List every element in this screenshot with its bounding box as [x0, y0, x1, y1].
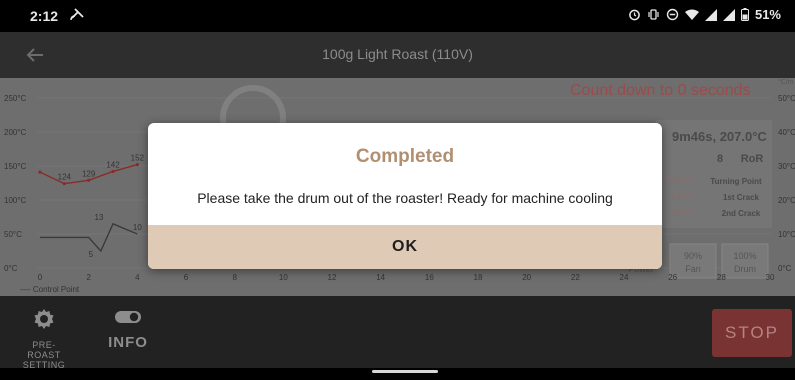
left-axis: 250°C 200°C 150°C 100°C 50°C 0°C [4, 94, 27, 273]
x-tick-label: 16 [425, 273, 434, 282]
status-time: 2:12 [30, 8, 59, 24]
x-tick-label: 18 [474, 273, 483, 282]
fan-value: 90% [684, 251, 702, 261]
info-button[interactable]: INFO [104, 310, 152, 351]
home-gesture-pill[interactable] [372, 370, 438, 373]
navigation-bar [0, 368, 795, 380]
point-label: 142 [106, 160, 120, 169]
temp-point [38, 170, 42, 174]
right-tick-label: 0°C [778, 264, 792, 273]
dialog-message: Please take the drum out of the roaster!… [197, 190, 613, 206]
ror-header-label: RoR [741, 153, 764, 165]
x-tick-label: 4 [135, 273, 140, 282]
left-tick-label: 150°C [4, 162, 27, 171]
x-tick-label: 10 [279, 273, 288, 282]
left-tick-label: 50°C [4, 230, 22, 239]
page-title: 100g Light Roast (110V) [322, 46, 473, 62]
ror-curve [40, 222, 138, 253]
drum-value: 100% [733, 251, 756, 261]
x-tick-label: 0 [38, 273, 43, 282]
right-axis-unit: °C/m [778, 78, 794, 86]
second-crack-label: 2nd Crack [722, 209, 761, 218]
left-tick-label: 0°C [4, 264, 18, 273]
point-label: 124 [58, 173, 72, 182]
x-tick-label: 30 [766, 273, 775, 282]
fan-label: Fan [685, 264, 701, 274]
signal-icon [704, 8, 717, 21]
toolbar: 100g Light Roast (110V) [0, 32, 795, 78]
pre-roast-label: PRE-ROAST SETTING [22, 340, 66, 370]
right-tick-label: 50°C [778, 94, 795, 103]
status-icons: 51% [628, 7, 781, 22]
battery-percent: 51% [754, 7, 781, 22]
turning-point-label: Turning Point [710, 177, 762, 186]
ror-header-value: 8 [717, 153, 723, 165]
signal-icon-2 [722, 8, 735, 21]
temp-point [135, 163, 139, 167]
right-tick-label: 20°C [778, 196, 795, 205]
x-tick-label: 28 [717, 273, 726, 282]
right-axis: 50°C 40°C 30°C 20°C 10°C 0°C [778, 94, 795, 273]
x-tick-label: 22 [571, 273, 580, 282]
ok-button[interactable]: OK [148, 225, 662, 269]
x-tick-label: 26 [668, 273, 677, 282]
elapsed-readout: 9m46s, 207.0°C [672, 129, 767, 144]
completed-dialog: Completed Please take the drum out of th… [148, 123, 662, 269]
x-tick-label: 24 [620, 273, 629, 282]
turning-point-value: 123.0°C [663, 177, 692, 186]
temp-point [111, 169, 115, 174]
dialog-title: Completed [355, 146, 455, 167]
x-axis: 0 2 4 6 8 10 12 14 16 18 20 22 24 26 28 30 [38, 273, 775, 282]
do-not-disturb-icon [666, 8, 679, 21]
first-crack-value: s, 196°C [663, 193, 694, 202]
point-label: 10 [133, 223, 142, 232]
bottom-bar: PRE-ROAST SETTING INFO STOP [0, 296, 795, 370]
point-label: 152 [131, 154, 145, 163]
toggle-icon [115, 311, 141, 323]
temp-point [62, 182, 66, 186]
countdown-text: Count down to 0 seconds [570, 82, 751, 99]
right-tick-label: 30°C [778, 162, 795, 171]
second-crack-value: s, 203°C [663, 209, 694, 218]
stop-button[interactable]: STOP [712, 309, 792, 357]
x-tick-label: 14 [376, 273, 385, 282]
status-bar: 2:12 51% [0, 0, 795, 32]
first-crack-label: 1st Crack [723, 193, 760, 202]
battery-icon [740, 8, 749, 21]
gear-icon [34, 309, 54, 329]
alarm-icon [629, 9, 640, 21]
vibrate-icon [648, 9, 659, 20]
drum-label: Drum [734, 264, 756, 274]
app-root: 2:12 51% 100g Light Roast (110V) 9m46s, … [0, 0, 795, 380]
right-tick-label: 40°C [778, 128, 795, 137]
x-tick-label: 6 [184, 273, 189, 282]
temp-point [87, 178, 91, 182]
satellite-icon [70, 8, 84, 21]
left-tick-label: 200°C [4, 128, 27, 137]
point-labels: 124 129 142 152 13 10 5 [38, 154, 145, 259]
info-label: INFO [108, 334, 148, 351]
x-tick-label: 20 [522, 273, 531, 282]
x-tick-label: 2 [86, 273, 91, 282]
x-tick-label: 8 [232, 273, 237, 282]
point-label: 129 [82, 169, 96, 178]
left-tick-label: 250°C [4, 94, 27, 103]
point-label: 5 [89, 250, 94, 259]
pre-roast-setting-button[interactable]: PRE-ROAST SETTING [16, 308, 72, 370]
left-tick-label: 100°C [4, 196, 27, 205]
right-tick-label: 10°C [778, 230, 795, 239]
x-tick-label: 12 [328, 273, 337, 282]
wifi-icon [684, 9, 699, 20]
control-point-legend: ---- Control Point [20, 285, 80, 294]
point-label: 13 [95, 213, 104, 222]
